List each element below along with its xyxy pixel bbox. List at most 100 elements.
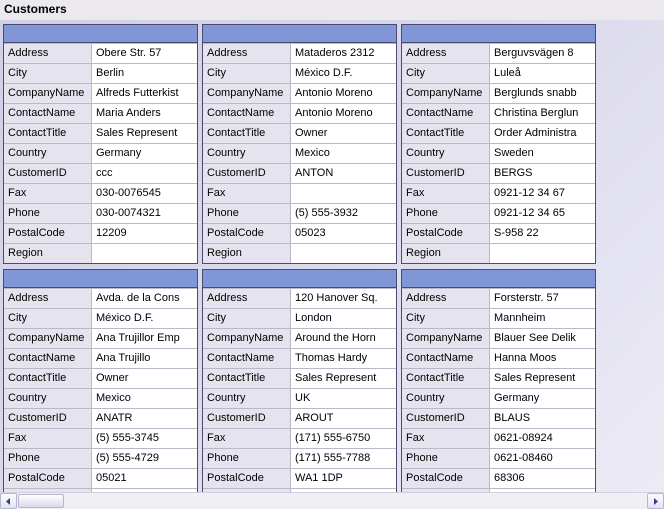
- field-value[interactable]: México D.F.: [291, 64, 396, 83]
- field-value[interactable]: 0921-12 34 67: [490, 184, 595, 203]
- field-value[interactable]: 120 Hanover Sq.: [291, 289, 396, 308]
- field-value[interactable]: [92, 244, 197, 263]
- field-value[interactable]: 0621-08924: [490, 429, 595, 448]
- field-value[interactable]: ccc: [92, 164, 197, 183]
- scroll-left-button[interactable]: [0, 493, 17, 509]
- field-value[interactable]: Antonio Moreno: [291, 84, 396, 103]
- field-value[interactable]: (5) 555-3745: [92, 429, 197, 448]
- field-row: CountryMexico: [203, 143, 396, 163]
- field-row: CityLondon: [203, 308, 396, 328]
- field-value[interactable]: Berlin: [92, 64, 197, 83]
- field-row: CountryUK: [203, 388, 396, 408]
- field-value[interactable]: BLAUS: [490, 409, 595, 428]
- field-value[interactable]: Mexico: [291, 144, 396, 163]
- field-value[interactable]: Berglunds snabb: [490, 84, 595, 103]
- field-value[interactable]: Ana Trujillor Emp: [92, 329, 197, 348]
- field-value[interactable]: Obere Str. 57: [92, 44, 197, 63]
- field-label: Phone: [402, 449, 490, 468]
- field-value[interactable]: Germany: [92, 144, 197, 163]
- field-value[interactable]: ANATR: [92, 409, 197, 428]
- field-value[interactable]: 05023: [291, 224, 396, 243]
- field-label: Fax: [402, 184, 490, 203]
- scroll-thumb[interactable]: [18, 494, 64, 508]
- field-value[interactable]: Christina Berglun: [490, 104, 595, 123]
- field-value[interactable]: 05021: [92, 469, 197, 488]
- field-row: Phone0921-12 34 65: [402, 203, 595, 223]
- field-value[interactable]: Sales Represent: [490, 369, 595, 388]
- card-header[interactable]: [203, 270, 396, 288]
- field-value[interactable]: Sales Represent: [291, 369, 396, 388]
- field-value[interactable]: [291, 184, 396, 203]
- field-value[interactable]: Blauer See Delik: [490, 329, 595, 348]
- field-value[interactable]: México D.F.: [92, 309, 197, 328]
- field-value[interactable]: (5) 555-4729: [92, 449, 197, 468]
- field-label: Country: [402, 389, 490, 408]
- field-value[interactable]: BERGS: [490, 164, 595, 183]
- field-row: Phone0621-08460: [402, 448, 595, 468]
- field-label: ContactName: [402, 349, 490, 368]
- card-header[interactable]: [402, 25, 595, 43]
- field-value[interactable]: Ana Trujillo: [92, 349, 197, 368]
- field-row: ContactNameThomas Hardy: [203, 348, 396, 368]
- customer-card[interactable]: AddressMataderos 2312CityMéxico D.F.Comp…: [202, 24, 397, 264]
- field-row: Address120 Hanover Sq.: [203, 288, 396, 308]
- card-header[interactable]: [4, 25, 197, 43]
- field-value[interactable]: (5) 555-3932: [291, 204, 396, 223]
- card-header[interactable]: [4, 270, 197, 288]
- field-value[interactable]: (171) 555-7788: [291, 449, 396, 468]
- field-value[interactable]: Luleå: [490, 64, 595, 83]
- customer-card[interactable]: AddressForsterstr. 57CityMannheimCompany…: [401, 269, 596, 493]
- field-value[interactable]: (171) 555-6750: [291, 429, 396, 448]
- field-value[interactable]: UK: [291, 389, 396, 408]
- card-header[interactable]: [402, 270, 595, 288]
- field-value[interactable]: Mexico: [92, 389, 197, 408]
- field-value[interactable]: London: [291, 309, 396, 328]
- field-value[interactable]: Owner: [291, 124, 396, 143]
- field-value[interactable]: 0621-08460: [490, 449, 595, 468]
- customer-card[interactable]: AddressBerguvsvägen 8CityLuleåCompanyNam…: [401, 24, 596, 264]
- field-value[interactable]: WA1 1DP: [291, 469, 396, 488]
- field-value[interactable]: 0921-12 34 65: [490, 204, 595, 223]
- field-value[interactable]: Hanna Moos: [490, 349, 595, 368]
- field-value[interactable]: Forsterstr. 57: [490, 289, 595, 308]
- field-row: ContactTitleSales Represent: [4, 123, 197, 143]
- field-value[interactable]: Berguvsvägen 8: [490, 44, 595, 63]
- field-value[interactable]: AROUT: [291, 409, 396, 428]
- field-row: CustomerIDccc: [4, 163, 197, 183]
- scroll-right-button[interactable]: [647, 493, 664, 509]
- customer-card[interactable]: AddressObere Str. 57CityBerlinCompanyNam…: [3, 24, 198, 264]
- field-value[interactable]: ANTON: [291, 164, 396, 183]
- field-value[interactable]: 68306: [490, 469, 595, 488]
- field-value[interactable]: Around the Horn: [291, 329, 396, 348]
- field-value[interactable]: Mataderos 2312: [291, 44, 396, 63]
- field-value[interactable]: Owner: [92, 369, 197, 388]
- field-value[interactable]: [291, 244, 396, 263]
- field-row: ContactTitleOwner: [203, 123, 396, 143]
- field-row: CityBerlin: [4, 63, 197, 83]
- field-label: PostalCode: [203, 224, 291, 243]
- field-label: City: [4, 309, 92, 328]
- customer-card[interactable]: AddressAvda. de la ConsCityMéxico D.F.Co…: [3, 269, 198, 493]
- field-value[interactable]: Antonio Moreno: [291, 104, 396, 123]
- field-label: Phone: [402, 204, 490, 223]
- field-value[interactable]: Order Administra: [490, 124, 595, 143]
- field-value[interactable]: Sweden: [490, 144, 595, 163]
- field-value[interactable]: Mannheim: [490, 309, 595, 328]
- customer-card[interactable]: Address120 Hanover Sq.CityLondonCompanyN…: [202, 269, 397, 493]
- field-value[interactable]: 12209: [92, 224, 197, 243]
- scroll-track[interactable]: [17, 493, 647, 509]
- horizontal-scrollbar[interactable]: [0, 492, 664, 509]
- field-value[interactable]: [490, 244, 595, 263]
- field-value[interactable]: 030-0074321: [92, 204, 197, 223]
- field-value[interactable]: Avda. de la Cons: [92, 289, 197, 308]
- card-header[interactable]: [203, 25, 396, 43]
- field-value[interactable]: Alfreds Futterkist: [92, 84, 197, 103]
- field-label: City: [203, 64, 291, 83]
- field-value[interactable]: Thomas Hardy: [291, 349, 396, 368]
- field-value[interactable]: Sales Represent: [92, 124, 197, 143]
- field-label: Country: [402, 144, 490, 163]
- field-value[interactable]: Maria Anders: [92, 104, 197, 123]
- field-value[interactable]: 030-0076545: [92, 184, 197, 203]
- field-value[interactable]: S-958 22: [490, 224, 595, 243]
- field-value[interactable]: Germany: [490, 389, 595, 408]
